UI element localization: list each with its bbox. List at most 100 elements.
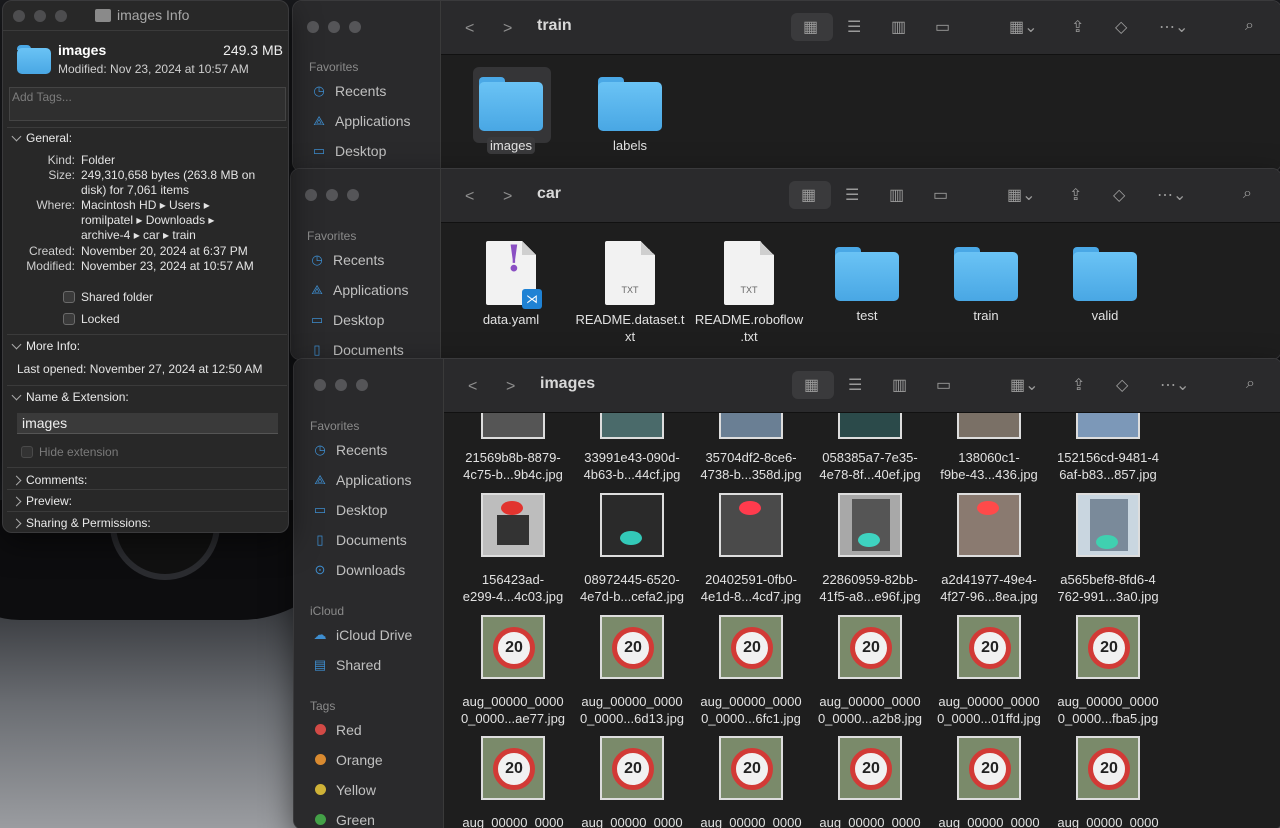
section-general[interactable]: General: [11, 131, 72, 145]
forward-icon[interactable]: > [503, 20, 512, 38]
sidebar-item-recents[interactable]: ◷ Recents [311, 83, 386, 99]
image-file[interactable]: a565bef8-8fd6-4 762-991...3a0.jpg [1049, 493, 1167, 605]
sidebar-item-recents[interactable]: ◷ Recents [309, 252, 384, 268]
zoom-button[interactable] [55, 10, 67, 22]
image-file[interactable]: 20 aug_00000_0000 [1049, 736, 1167, 828]
close-button[interactable] [305, 189, 317, 201]
sidebar-tag-orange[interactable]: Orange [312, 752, 383, 768]
image-file[interactable]: 08972445-6520- 4e7d-b...cefa2.jpg [573, 493, 691, 605]
sidebar-tag-yellow[interactable]: Yellow [312, 782, 376, 798]
image-file[interactable]: 20 aug_00000_0000 0_0000...01ffd.jpg [930, 615, 1048, 727]
image-file[interactable]: a2d41977-49e4- 4f27-96...8ea.jpg [930, 493, 1048, 605]
share-icon[interactable]: ⇪ [1069, 185, 1082, 205]
section-more-info[interactable]: More Info: [11, 339, 80, 353]
tag-icon[interactable]: ◇ [1115, 17, 1127, 37]
section-comments[interactable]: Comments: [11, 473, 87, 487]
sidebar-item-documents[interactable]: ▯ Documents [312, 532, 406, 548]
search-icon[interactable]: ⌕ [1246, 375, 1255, 393]
minimize-button[interactable] [34, 10, 46, 22]
folder-valid[interactable]: valid [1065, 247, 1145, 324]
zoom-button[interactable] [356, 379, 368, 391]
image-file[interactable]: 20 aug_00000_0000 [930, 736, 1048, 828]
gallery-view-icon[interactable]: ▭ [933, 185, 948, 205]
image-file[interactable]: 20 aug_00000_0000 0_0000...fba5.jpg [1049, 615, 1167, 727]
image-file[interactable]: 21569b8b-8879- 4c75-b...9b4c.jpg [454, 413, 572, 483]
sidebar-tag-red[interactable]: Red [312, 722, 362, 738]
image-file[interactable]: 20 aug_00000_0000 0_0000...ae77.jpg [454, 615, 572, 727]
list-view-icon[interactable]: ☰ [845, 185, 859, 205]
back-icon[interactable]: < [468, 378, 477, 396]
minimize-button[interactable] [326, 189, 338, 201]
column-view-icon[interactable]: ▥ [892, 375, 907, 395]
image-file[interactable]: 35704df2-8ce6- 4738-b...358d.jpg [692, 413, 810, 483]
sidebar-item-desktop[interactable]: ▭ Desktop [312, 502, 388, 518]
section-sharing-permissions[interactable]: Sharing & Permissions: [11, 516, 151, 530]
locked-checkbox[interactable]: Locked [63, 312, 120, 326]
share-icon[interactable]: ⇪ [1071, 17, 1084, 37]
close-button[interactable] [314, 379, 326, 391]
image-file[interactable]: 22860959-82bb- 41f5-a8...e96f.jpg [811, 493, 929, 605]
get-info-window[interactable]: images Info images 249.3 MB Modified: No… [2, 0, 289, 533]
more-actions-icon[interactable]: ⋯⌄ [1157, 185, 1186, 205]
file-data-yaml[interactable]: ! ⋊ data.yaml [471, 241, 551, 328]
sidebar-item-shared[interactable]: ▤ Shared [312, 657, 381, 673]
finder-window-train[interactable]: Favorites ◷ Recents ⟁ Applications ▭ Deskto… [292, 0, 1280, 172]
file-readme-dataset[interactable]: TXT README.dataset.t xt [571, 241, 689, 345]
file-readme-roboflow[interactable]: TXT README.roboflow .txt [690, 241, 808, 345]
search-icon[interactable]: ⌕ [1243, 185, 1252, 203]
forward-icon[interactable]: > [506, 378, 515, 396]
more-actions-icon[interactable]: ⋯⌄ [1159, 17, 1188, 37]
image-file[interactable]: 20 aug_00000_0000 [692, 736, 810, 828]
sidebar-item-desktop[interactable]: ▭ Desktop [311, 143, 387, 159]
column-view-icon[interactable]: ▥ [891, 17, 906, 37]
image-file[interactable]: 20 aug_00000_0000 0_0000...a2b8.jpg [811, 615, 929, 727]
zoom-button[interactable] [347, 189, 359, 201]
hide-extension-checkbox[interactable]: Hide extension [21, 445, 118, 459]
sidebar-item-applications[interactable]: ⟁ Applications [309, 282, 408, 298]
image-file[interactable]: 20 aug_00000_0000 [573, 736, 691, 828]
minimize-button[interactable] [328, 21, 340, 33]
image-file[interactable]: 20402591-0fb0- 4e1d-8...4cd7.jpg [692, 493, 810, 605]
tag-icon[interactable]: ◇ [1113, 185, 1125, 205]
folder-test[interactable]: test [827, 247, 907, 324]
share-icon[interactable]: ⇪ [1072, 375, 1085, 395]
gallery-view-icon[interactable]: ▭ [935, 17, 950, 37]
folder-images[interactable]: images [471, 77, 551, 154]
gallery-view-icon[interactable]: ▭ [936, 375, 951, 395]
sidebar-item-applications[interactable]: ⟁ Applications [311, 113, 410, 129]
window-controls[interactable] [314, 379, 368, 391]
sidebar-tag-green[interactable]: Green [312, 812, 375, 828]
folder-labels[interactable]: labels [590, 77, 670, 154]
group-icon[interactable]: ▦⌄ [1010, 375, 1039, 395]
window-controls[interactable] [13, 10, 67, 22]
group-icon[interactable]: ▦⌄ [1009, 17, 1038, 37]
back-icon[interactable]: < [465, 188, 474, 206]
column-view-icon[interactable]: ▥ [889, 185, 904, 205]
list-view-icon[interactable]: ☰ [847, 17, 861, 37]
group-icon[interactable]: ▦⌄ [1007, 185, 1036, 205]
image-file[interactable]: 138060c1- f9be-43...436.jpg [930, 413, 1048, 483]
section-name-extension[interactable]: Name & Extension: [11, 390, 129, 404]
search-icon[interactable]: ⌕ [1245, 17, 1254, 35]
image-file[interactable]: 156423ad-e299-4...4c03.jpg [454, 493, 572, 605]
sidebar-item-icloud-drive[interactable]: ☁ iCloud Drive [312, 627, 413, 643]
image-file[interactable]: 20 aug_00000_0000 0_0000...6d13.jpg [573, 615, 691, 727]
forward-icon[interactable]: > [503, 188, 512, 206]
close-button[interactable] [307, 21, 319, 33]
close-button[interactable] [13, 10, 25, 22]
minimize-button[interactable] [335, 379, 347, 391]
tags-field[interactable]: Add Tags... [9, 87, 286, 121]
list-view-icon[interactable]: ☰ [848, 375, 862, 395]
shared-folder-checkbox[interactable]: Shared folder [63, 290, 153, 304]
tag-icon[interactable]: ◇ [1116, 375, 1128, 395]
image-file[interactable]: 20 aug_00000_0000 [811, 736, 929, 828]
window-controls[interactable] [307, 21, 361, 33]
image-file[interactable]: 058385a7-7e35- 4e78-8f...40ef.jpg [811, 413, 929, 483]
sidebar-item-downloads[interactable]: ⊙ Downloads [312, 562, 406, 578]
window-controls[interactable] [305, 189, 359, 201]
section-preview[interactable]: Preview: [11, 494, 72, 508]
image-file[interactable]: 20 aug_00000_0000 [454, 736, 572, 828]
image-file[interactable]: 20 aug_00000_0000 0_0000...6fc1.jpg [692, 615, 810, 727]
name-input[interactable]: images [17, 413, 278, 434]
image-file[interactable]: 33991e43-090d- 4b63-b...44cf.jpg [573, 413, 691, 483]
